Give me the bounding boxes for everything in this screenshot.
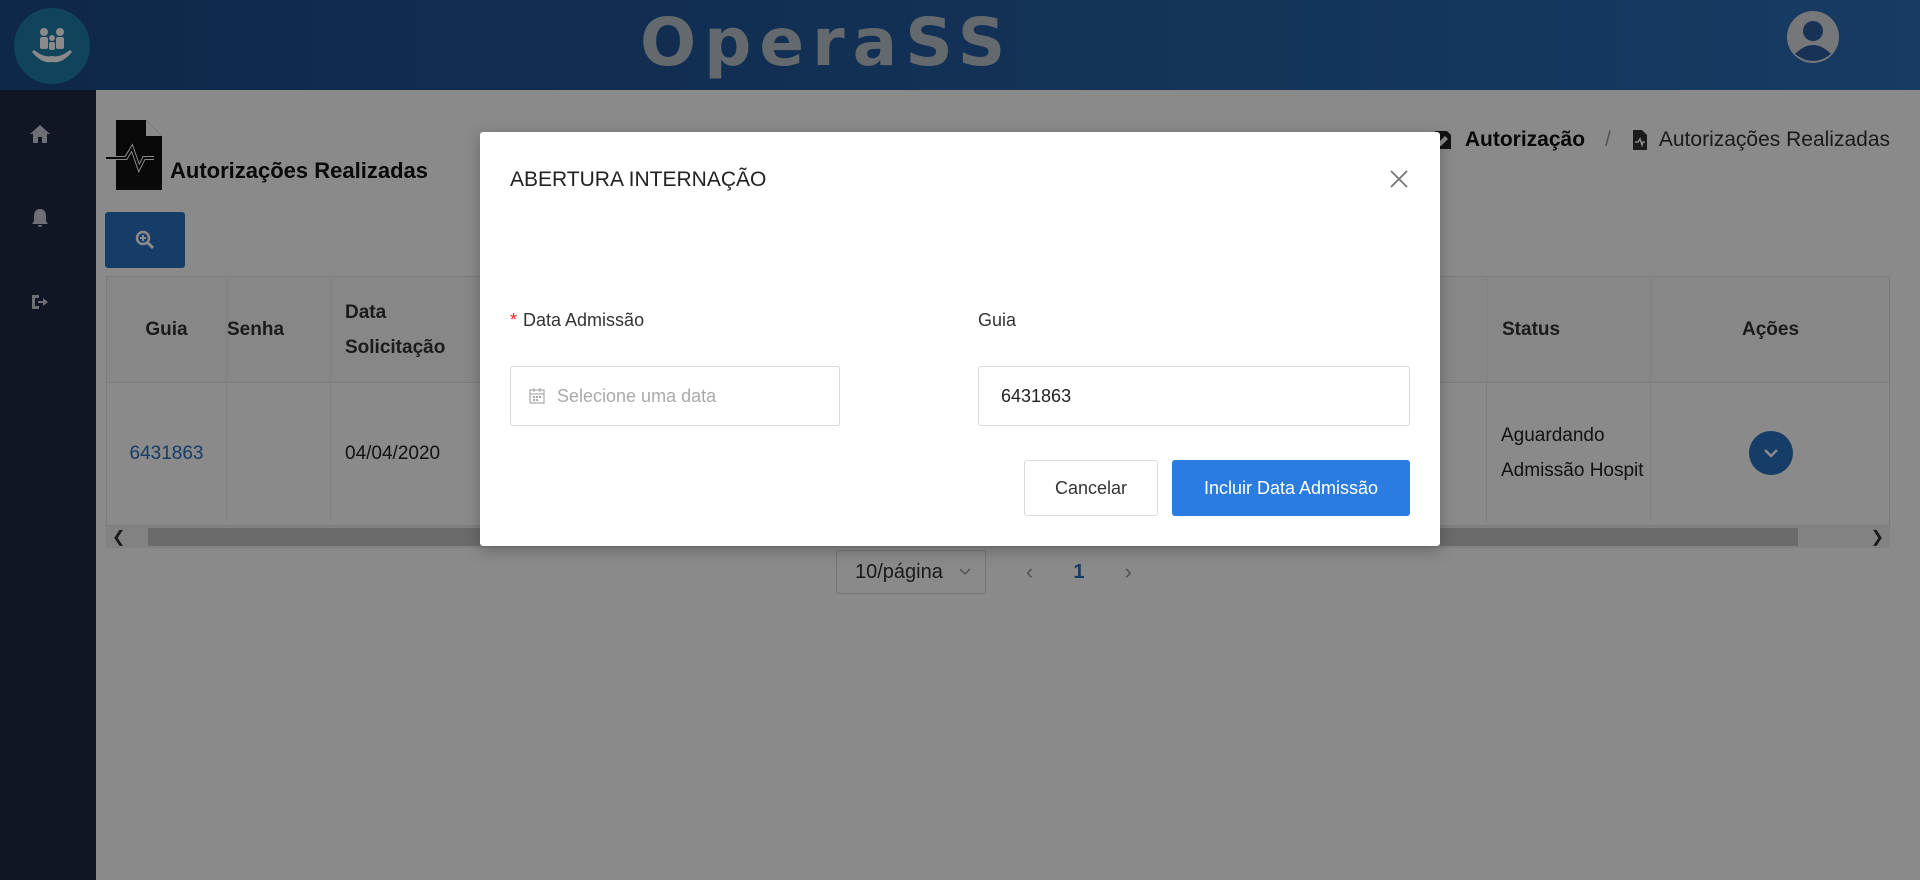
guia-input[interactable] [1001, 385, 1381, 407]
data-admissao-input[interactable] [557, 385, 817, 407]
abertura-internacao-modal: ABERTURA INTERNAÇÃO *Data Admissão Guia … [480, 132, 1440, 546]
cancel-button[interactable]: Cancelar [1024, 460, 1158, 516]
modal-title: ABERTURA INTERNAÇÃO [510, 168, 767, 191]
close-icon[interactable] [1388, 168, 1410, 190]
data-admissao-datepicker[interactable] [510, 366, 840, 426]
data-admissao-label: * Data Admissão [510, 310, 645, 330]
required-mark: * [510, 310, 518, 330]
calendar-icon [529, 388, 545, 404]
guia-field[interactable] [978, 366, 1410, 426]
guia-label: Guia [978, 310, 1017, 330]
incluir-data-admissao-button[interactable]: Incluir Data Admissão [1172, 460, 1410, 516]
